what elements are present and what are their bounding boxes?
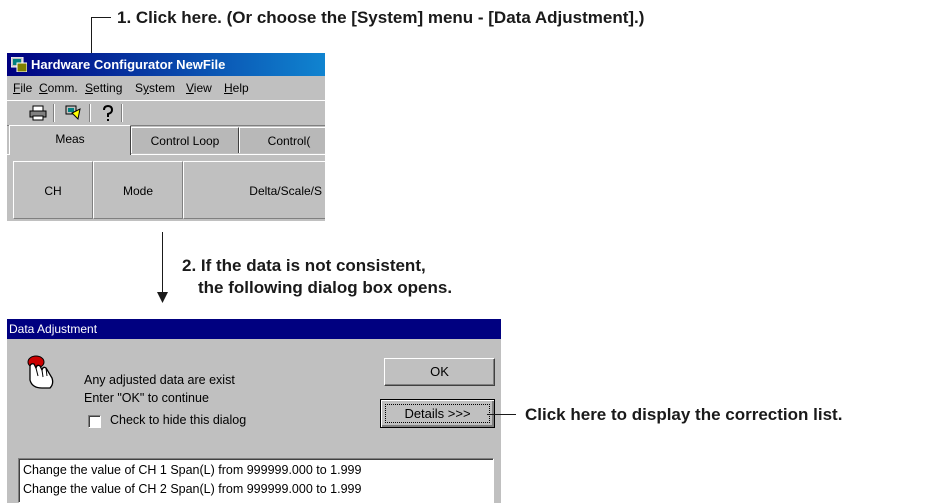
callout-step-2-line-1: 2. If the data is not consistent, <box>182 256 426 275</box>
menu-bar: File Comm. Setting System View Help <box>7 77 325 99</box>
column-header-delta-scale[interactable]: Delta/Scale/S <box>183 161 325 219</box>
hide-dialog-checkbox[interactable] <box>88 415 101 428</box>
data-adjustment-button[interactable] <box>63 103 85 123</box>
details-button-label: Details >>> <box>404 406 471 421</box>
leader-line-step-1-horizontal <box>91 17 111 18</box>
printer-icon <box>29 105 47 121</box>
dialog-message-line-2: Enter "OK" to continue <box>84 391 209 405</box>
callout-details: Click here to display the correction lis… <box>525 405 843 424</box>
table-header: CH Mode Delta/Scale/S <box>7 154 325 221</box>
dialog-title: Data Adjustment <box>9 322 98 336</box>
tab-control[interactable]: Control( <box>239 127 325 153</box>
print-button[interactable] <box>27 103 49 123</box>
toolbar-separator <box>121 104 122 122</box>
menu-file[interactable]: File <box>13 77 32 99</box>
dialog-message-line-1: Any adjusted data are exist <box>84 373 235 387</box>
list-item[interactable]: Change the value of CH 2 Span(L) from 99… <box>23 480 493 499</box>
down-arrow-head <box>157 292 168 303</box>
list-item[interactable]: Change the value of CH 1 Span(L) from 99… <box>23 461 493 480</box>
app-icon <box>11 57 27 72</box>
toolbar-separator <box>53 104 54 122</box>
callout-step-2-line-2: the following dialog box opens. <box>198 278 453 297</box>
tab-strip: Meas Control Loop Control( <box>7 125 325 155</box>
window-titlebar: Hardware Configurator NewFile <box>7 53 325 76</box>
leader-line-details <box>487 414 516 415</box>
data-adjustment-icon <box>65 105 81 121</box>
ok-button-label: OK <box>430 364 449 379</box>
column-header-mode[interactable]: Mode <box>93 161 183 219</box>
callout-step-1: 1. Click here. (Or choose the [System] m… <box>117 8 645 27</box>
menu-system[interactable]: System <box>135 77 175 99</box>
window-title: Hardware Configurator NewFile <box>31 57 226 72</box>
menu-help[interactable]: Help <box>224 77 249 99</box>
column-header-ch[interactable]: CH <box>13 161 93 219</box>
tab-meas[interactable]: Meas <box>9 125 131 155</box>
correction-list[interactable]: Change the value of CH 1 Span(L) from 99… <box>18 458 494 503</box>
dialog-titlebar: Data Adjustment <box>7 319 501 339</box>
ok-button[interactable]: OK <box>384 358 495 386</box>
toolbar-separator <box>89 104 90 122</box>
help-icon <box>103 104 114 121</box>
hide-dialog-checkbox-label[interactable]: Check to hide this dialog <box>110 413 246 427</box>
down-arrow-shaft <box>162 232 163 294</box>
menu-comm[interactable]: Comm. <box>39 77 78 99</box>
details-button[interactable]: Details >>> <box>380 399 495 428</box>
hardware-configurator-window: Hardware Configurator NewFile File Comm.… <box>7 53 325 221</box>
data-adjustment-dialog: Data Adjustment Any adjusted data are ex… <box>7 319 501 503</box>
menu-setting[interactable]: Setting <box>85 77 122 99</box>
toolbar <box>7 100 325 126</box>
hand-pointer-icon <box>27 355 54 389</box>
help-button[interactable] <box>97 103 119 123</box>
menu-view[interactable]: View <box>186 77 212 99</box>
tab-control-loop[interactable]: Control Loop <box>131 127 239 153</box>
